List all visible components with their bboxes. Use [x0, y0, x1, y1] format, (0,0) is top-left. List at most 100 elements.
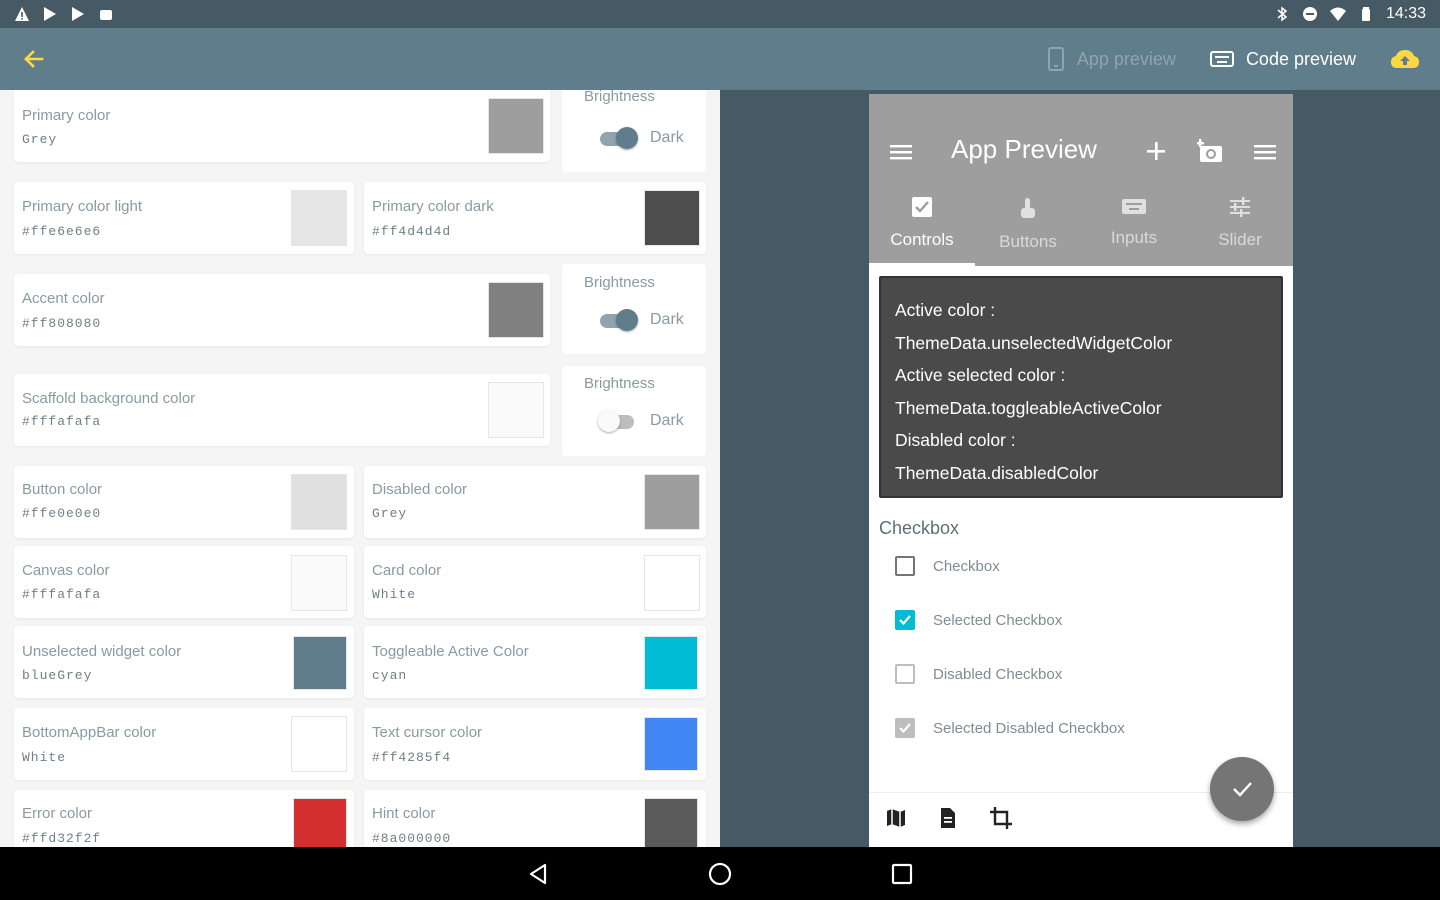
tab-controls[interactable]: Controls [869, 190, 975, 266]
code-preview-label: Code preview [1245, 48, 1356, 69]
color-label: Accent color [22, 290, 105, 307]
brightness-card: Brightness Dark [562, 90, 706, 172]
bluetooth-icon [1274, 6, 1290, 22]
info-line: Disabled color : [895, 430, 1016, 450]
brightness-toggle[interactable] [598, 410, 638, 432]
tune-icon [1230, 197, 1250, 217]
scaffold-background-color-card[interactable]: Scaffold background color #fffafafa [14, 374, 550, 446]
checkbox-row[interactable]: Checkbox [895, 556, 1000, 576]
color-swatch[interactable] [291, 716, 347, 772]
color-swatch[interactable] [293, 798, 347, 847]
checkbox[interactable] [895, 556, 915, 576]
tab-label: Buttons [999, 232, 1057, 251]
disabled-color-card[interactable]: Disabled color Grey [364, 466, 706, 538]
app-bar: App preview Code preview [0, 28, 1440, 90]
status-bar-right: 14:33 [1274, 5, 1426, 23]
color-swatch[interactable] [293, 636, 347, 690]
color-swatch[interactable] [291, 555, 347, 611]
card-color-card[interactable]: Card color White [364, 546, 706, 618]
primary-color-dark-card[interactable]: Primary color dark #ff4d4d4d [364, 182, 706, 254]
accent-color-card[interactable]: Accent color #ff808080 [14, 274, 550, 346]
nav-home-button[interactable] [704, 858, 736, 890]
menu-icon [890, 145, 912, 160]
keyboard-icon [1209, 51, 1234, 67]
nav-back-button[interactable] [522, 858, 554, 890]
color-label: Hint color [372, 805, 436, 822]
error-color-card[interactable]: Error color #ffd32f2f [14, 790, 354, 847]
color-swatch[interactable] [644, 636, 698, 690]
add-button[interactable] [1145, 140, 1167, 167]
tab-label: Slider [1218, 230, 1262, 249]
tab-label: Controls [890, 230, 954, 249]
color-label: Primary color dark [372, 198, 494, 215]
touch-icon [1021, 198, 1035, 218]
arrow-back-icon [24, 50, 44, 68]
status-bar-left [14, 6, 114, 22]
checkbox-row[interactable]: Selected Checkbox [895, 610, 1062, 630]
color-swatch[interactable] [291, 474, 347, 530]
recents-square-icon [891, 863, 913, 884]
add-photo-button[interactable] [1196, 138, 1225, 169]
wifi-icon [1329, 6, 1346, 22]
code-preview-button[interactable]: Code preview [1209, 48, 1356, 70]
bottomappbar-color-card[interactable]: BottomAppBar color White [14, 708, 354, 780]
color-label: Primary color [22, 107, 111, 124]
color-label: Disabled color [372, 481, 468, 498]
color-swatch[interactable] [644, 717, 698, 771]
battery-icon [1358, 6, 1374, 22]
color-swatch[interactable] [644, 474, 700, 530]
tab-buttons[interactable]: Buttons [975, 190, 1081, 266]
button-color-card[interactable]: Button color #ffe0e0e0 [14, 466, 354, 538]
status-bar: 14:33 [0, 0, 1440, 28]
brightness-toggle[interactable] [598, 309, 638, 331]
document-icon [941, 807, 955, 828]
brightness-card: Brightness Dark [562, 264, 706, 354]
confirm-fab[interactable] [1210, 757, 1274, 821]
crop-icon [990, 806, 1012, 829]
canvas-color-card[interactable]: Canvas color #fffafafa [14, 546, 354, 618]
check-icon [1233, 782, 1252, 797]
color-swatch[interactable] [644, 190, 700, 246]
upload-button[interactable] [1390, 48, 1420, 70]
document-button[interactable] [937, 807, 959, 834]
color-value: #ff4d4d4d [372, 224, 452, 239]
tab-label: Inputs [1110, 228, 1158, 247]
brightness-card: Brightness Dark [562, 366, 706, 456]
app-preview-button[interactable]: App preview [1047, 47, 1176, 71]
primary-color-card[interactable]: Primary color Grey [14, 90, 550, 162]
color-value: #ffe0e0e0 [22, 506, 102, 521]
checkbox-row: Disabled Checkbox [895, 664, 1062, 684]
dark-label: Dark [650, 129, 684, 146]
brightness-label: Brightness [584, 90, 655, 105]
color-swatch[interactable] [488, 282, 544, 338]
map-button[interactable] [885, 807, 907, 834]
color-swatch[interactable] [488, 382, 544, 438]
status-time: 14:33 [1385, 5, 1426, 22]
tab-inputs[interactable]: Inputs [1081, 190, 1187, 266]
add-photo-icon [1196, 139, 1222, 162]
menu-button[interactable] [889, 142, 913, 167]
color-value: #ff4285f4 [372, 750, 452, 765]
color-label: Button color [22, 481, 103, 498]
toggleable-active-color-card[interactable]: Toggleable Active Color cyan [364, 626, 706, 698]
color-label: BottomAppBar color [22, 724, 157, 741]
color-swatch[interactable] [644, 798, 698, 847]
crop-button[interactable] [989, 806, 1013, 835]
checkbox[interactable] [895, 610, 915, 630]
color-swatch[interactable] [644, 555, 700, 611]
nav-recents-button[interactable] [886, 858, 918, 890]
primary-color-light-card[interactable]: Primary color light #ffe6e6e6 [14, 182, 354, 254]
keyboard-icon [1122, 199, 1146, 214]
back-button[interactable] [20, 46, 46, 72]
color-value: White [372, 587, 417, 602]
color-swatch[interactable] [488, 98, 544, 154]
more-button[interactable] [1253, 142, 1277, 167]
color-swatch[interactable] [291, 190, 347, 246]
color-label: Text cursor color [372, 724, 483, 741]
tab-slider[interactable]: Slider [1187, 190, 1293, 266]
text-cursor-color-card[interactable]: Text cursor color #ff4285f4 [364, 708, 706, 780]
unselected-widget-color-card[interactable]: Unselected widget color blueGrey [14, 626, 354, 698]
dnd-icon [1302, 6, 1318, 22]
brightness-toggle[interactable] [598, 127, 638, 149]
hint-color-card[interactable]: Hint color #8a000000 [364, 790, 706, 847]
